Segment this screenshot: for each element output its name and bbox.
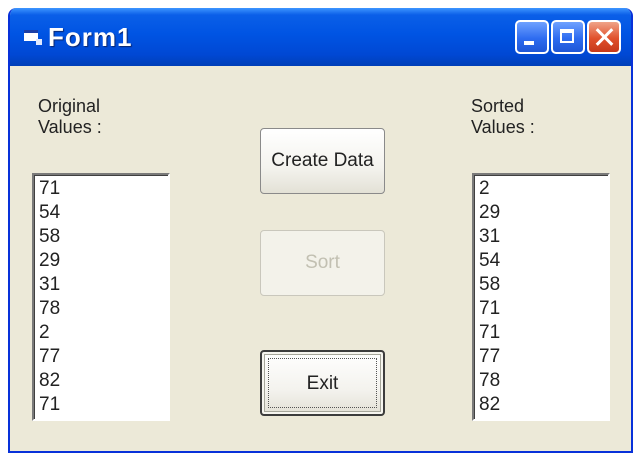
sorted-label-line1: Sorted bbox=[471, 96, 525, 116]
list-item[interactable]: 77 bbox=[39, 345, 168, 369]
list-item[interactable]: 77 bbox=[479, 345, 608, 369]
minimize-button[interactable] bbox=[515, 20, 549, 54]
list-item[interactable]: 2 bbox=[39, 321, 168, 345]
original-values-label: Original Values : bbox=[38, 96, 102, 138]
list-item[interactable]: 71 bbox=[479, 321, 608, 345]
sorted-values-listbox[interactable]: 2 29 31 54 58 71 71 77 78 82 bbox=[472, 173, 610, 421]
original-values-list: 71 54 58 29 31 78 2 77 82 71 bbox=[39, 177, 168, 417]
exit-button[interactable]: Exit bbox=[260, 350, 385, 416]
sorted-values-label: Sorted Values : bbox=[471, 96, 535, 138]
list-item[interactable]: 29 bbox=[479, 201, 608, 225]
sorted-label-line2: Values : bbox=[471, 117, 535, 137]
create-data-button[interactable]: Create Data bbox=[260, 128, 385, 194]
list-item[interactable]: 58 bbox=[479, 273, 608, 297]
sort-button: Sort bbox=[260, 230, 385, 296]
list-item[interactable]: 78 bbox=[39, 297, 168, 321]
list-item[interactable]: 29 bbox=[39, 249, 168, 273]
original-values-listbox[interactable]: 71 54 58 29 31 78 2 77 82 71 bbox=[32, 173, 170, 421]
list-item[interactable]: 82 bbox=[479, 393, 608, 417]
list-item[interactable]: 2 bbox=[479, 177, 608, 201]
original-label-line1: Original bbox=[38, 96, 101, 116]
list-item[interactable]: 58 bbox=[39, 225, 168, 249]
list-item[interactable]: 71 bbox=[39, 393, 168, 417]
list-item[interactable]: 54 bbox=[39, 201, 168, 225]
title-bar[interactable]: Form1 bbox=[10, 8, 631, 66]
exit-focus-ring bbox=[268, 358, 377, 408]
list-item[interactable]: 82 bbox=[39, 369, 168, 393]
maximize-button[interactable] bbox=[551, 20, 585, 54]
list-item[interactable]: 54 bbox=[479, 249, 608, 273]
sorted-values-list: 2 29 31 54 58 71 71 77 78 82 bbox=[479, 177, 608, 417]
list-item[interactable]: 71 bbox=[39, 177, 168, 201]
list-item[interactable]: 31 bbox=[479, 225, 608, 249]
list-item[interactable]: 78 bbox=[479, 369, 608, 393]
original-label-line2: Values : bbox=[38, 117, 102, 137]
form-window-icon[interactable] bbox=[24, 30, 42, 45]
window-title: Form1 bbox=[48, 22, 133, 52]
list-item[interactable]: 71 bbox=[479, 297, 608, 321]
list-item[interactable]: 31 bbox=[39, 273, 168, 297]
form1-window: Form1 Original Values : 71 54 58 29 31 78 2 77 8… bbox=[8, 8, 633, 453]
close-button[interactable] bbox=[587, 20, 621, 54]
